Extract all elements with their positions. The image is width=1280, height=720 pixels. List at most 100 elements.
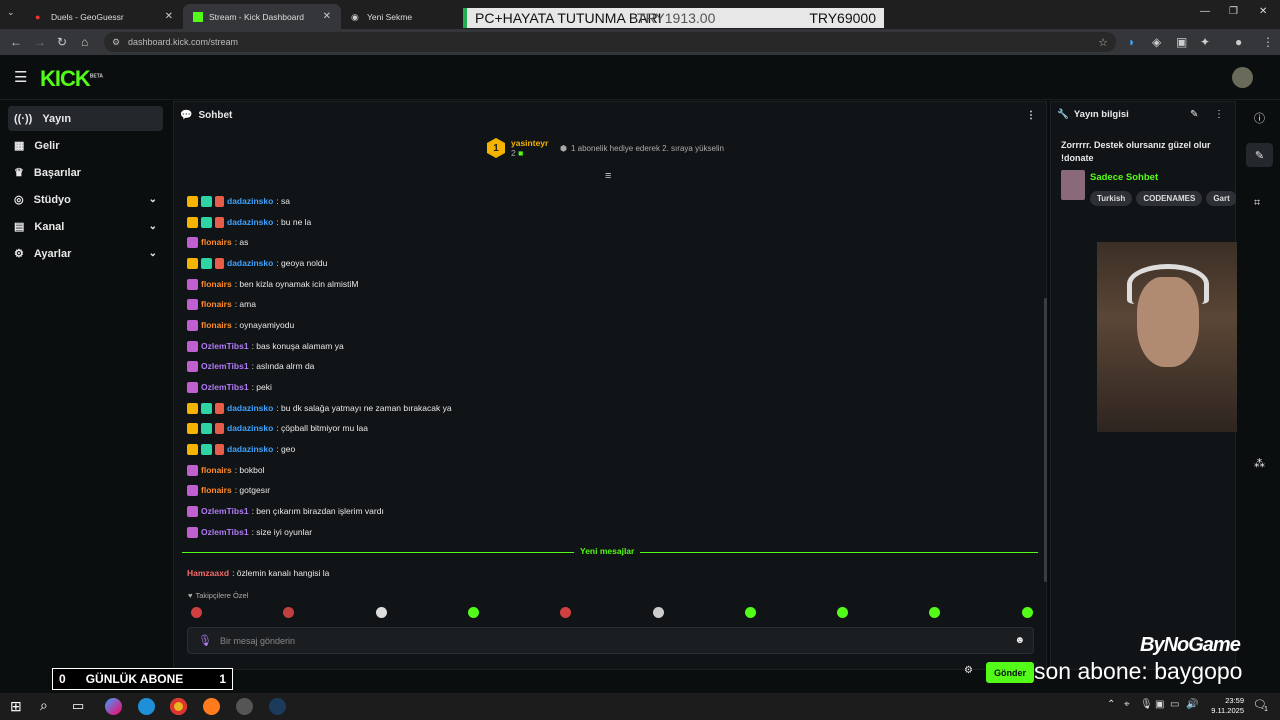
chat-menu-dots-icon[interactable]: ⋮: [1026, 110, 1036, 121]
chat-message: flonairs: as: [187, 234, 248, 250]
chat-username[interactable]: dadazinsko: [227, 196, 273, 206]
chat-username[interactable]: flonairs: [201, 299, 232, 309]
sidebar-item-yayin[interactable]: ((·)) Yayın: [8, 106, 163, 131]
chat-username[interactable]: flonairs: [201, 237, 232, 247]
extension-icon[interactable]: ◗: [1128, 35, 1135, 49]
sidebar-item-studyo[interactable]: ◎ Stüdyo ⌄: [8, 187, 163, 212]
emote-6-icon[interactable]: [652, 607, 664, 618]
emoji-icon[interactable]: ☻: [1014, 635, 1025, 646]
copilot-icon[interactable]: [105, 698, 122, 715]
chat-username[interactable]: Hamzaaxd: [187, 568, 229, 578]
clock[interactable]: 23:59 9.11.2025: [1202, 696, 1244, 716]
emote-2-icon[interactable]: [283, 607, 295, 618]
close-icon[interactable]: ✕: [323, 11, 331, 22]
reload-icon[interactable]: ↻: [57, 35, 67, 49]
close-window-icon[interactable]: ✕: [1259, 6, 1267, 17]
windows-start-icon[interactable]: ⊞: [10, 698, 22, 715]
microphone-icon[interactable]: 🎙: [198, 634, 212, 647]
forward-icon[interactable]: →: [34, 35, 46, 49]
chat-username[interactable]: flonairs: [201, 320, 232, 330]
edit-pencil-icon[interactable]: ✎: [1190, 109, 1198, 120]
chat-scrollbar[interactable]: [1044, 298, 1047, 582]
chat-username[interactable]: OzlemTibs1: [201, 506, 249, 516]
tab-new-tab[interactable]: ◉ Yeni Sekme: [341, 4, 461, 29]
chat-username[interactable]: OzlemTibs1: [201, 382, 249, 392]
share-icon[interactable]: ⁂: [1254, 457, 1265, 470]
windows-taskbar: ⊞ ⌕ ▭ ⌃ ⌖ 🎙 ▣ ▭ 🔊 23:59 9.11.2025 🗨 1: [0, 693, 1280, 720]
chat-username[interactable]: OzlemTibs1: [201, 341, 249, 351]
emote-7-icon[interactable]: [744, 607, 756, 618]
chat-username[interactable]: dadazinsko: [227, 423, 273, 433]
hamburger-menu-icon[interactable]: ☰: [14, 68, 27, 86]
restore-icon[interactable]: ❐: [1229, 6, 1238, 17]
sidebar-item-kanal[interactable]: ▤ Kanal ⌄: [8, 214, 163, 239]
tab-kick-dashboard[interactable]: Stream - Kick Dashboard ✕: [183, 4, 341, 29]
search-icon[interactable]: ⌕: [40, 697, 48, 714]
chat-username[interactable]: dadazinsko: [227, 444, 273, 454]
bookmark-star-icon[interactable]: ☆: [1098, 36, 1108, 49]
chat-username[interactable]: dadazinsko: [227, 217, 273, 227]
camera-tray-icon[interactable]: ▣: [1155, 699, 1164, 710]
emote-3-icon[interactable]: [375, 607, 387, 618]
firefox-icon[interactable]: [203, 698, 220, 715]
extensions-puzzle-icon[interactable]: ✦: [1200, 35, 1210, 49]
emote-8-icon[interactable]: [837, 607, 849, 618]
chat-message: Hamzaaxd: özlemin kanalı hangisi la: [187, 565, 329, 581]
sidebar-item-gelir[interactable]: ▦ Gelir: [8, 133, 163, 158]
tab-search-icon[interactable]: ⌄: [7, 7, 15, 18]
close-icon[interactable]: ✕: [165, 11, 173, 22]
chat-username[interactable]: flonairs: [201, 485, 232, 495]
emote-4-icon[interactable]: [467, 607, 479, 618]
network-icon[interactable]: ▭: [1170, 699, 1179, 710]
chat-username[interactable]: OzlemTibs1: [201, 361, 249, 371]
emote-9-icon[interactable]: [929, 607, 941, 618]
chat-username[interactable]: dadazinsko: [227, 403, 273, 413]
chat-input[interactable]: 🎙 Bir mesaj gönderin ☻: [187, 627, 1034, 654]
edge-icon[interactable]: [138, 698, 155, 715]
kick-logo[interactable]: KICKBETA: [40, 66, 103, 92]
back-icon[interactable]: ←: [10, 35, 22, 49]
crop-icon[interactable]: ⌗: [1254, 197, 1260, 210]
tag[interactable]: Turkish: [1090, 191, 1133, 206]
chat-username[interactable]: OzlemTibs1: [201, 527, 249, 537]
emote-5-icon[interactable]: [560, 607, 572, 618]
tray-chevron-icon[interactable]: ⌃: [1107, 699, 1115, 710]
minimize-icon[interactable]: —: [1200, 6, 1210, 17]
category-name[interactable]: Sadece Sohbet: [1090, 172, 1158, 183]
media-icon[interactable]: ▣: [1176, 35, 1187, 49]
sidebar-item-ayarlar[interactable]: ⚙ Ayarlar ⌄: [8, 241, 163, 266]
shield-icon[interactable]: ◈: [1152, 35, 1161, 49]
chat-username[interactable]: flonairs: [201, 465, 232, 475]
chat-username[interactable]: dadazinsko: [227, 258, 273, 268]
logo-beta: BETA: [89, 73, 104, 80]
info-menu-dots-icon[interactable]: ⋮: [1214, 109, 1224, 120]
chrome-taskbar-icon[interactable]: [170, 698, 187, 715]
tab-geoguessr[interactable]: ● Duels - GeoGuessr ✕: [25, 4, 183, 29]
category-thumbnail[interactable]: [1061, 170, 1085, 200]
top-gifter[interactable]: 1 yasinteyr 2 ■: [487, 138, 548, 158]
volume-icon[interactable]: 🔊: [1186, 699, 1198, 710]
pinned-filter-icon[interactable]: ≡: [605, 170, 611, 182]
menu-dots-icon[interactable]: ⋮: [1262, 35, 1274, 49]
emote-10-icon[interactable]: [1021, 607, 1033, 618]
site-info-icon[interactable]: ⚙: [112, 37, 120, 48]
tag[interactable]: Gart: [1206, 191, 1236, 206]
steam-icon[interactable]: [269, 698, 286, 715]
emote-1-icon[interactable]: [191, 607, 202, 618]
microphone-tray-icon[interactable]: 🎙: [1140, 699, 1153, 710]
edit-rail-icon[interactable]: ✎: [1246, 143, 1273, 167]
profile-icon[interactable]: ●: [1235, 35, 1242, 49]
send-button[interactable]: Gönder: [986, 662, 1034, 683]
chat-username[interactable]: flonairs: [201, 279, 232, 289]
logo-text: KICK: [40, 66, 91, 91]
avatar[interactable]: [1232, 67, 1253, 88]
home-icon[interactable]: ⌂: [81, 35, 88, 49]
sidebar-item-basarilar[interactable]: ♛ Başarılar: [8, 160, 163, 185]
obs-icon[interactable]: [236, 698, 253, 715]
chat-settings-gear-icon[interactable]: ⚙: [964, 665, 973, 676]
task-view-icon[interactable]: ▭: [72, 698, 84, 714]
tag[interactable]: CODENAMES: [1136, 191, 1203, 206]
info-icon[interactable]: ⓘ: [1254, 110, 1265, 126]
tray-app-icon[interactable]: ⌖: [1124, 699, 1130, 710]
url-field[interactable]: ⚙ dashboard.kick.com/stream ☆: [104, 32, 1116, 52]
